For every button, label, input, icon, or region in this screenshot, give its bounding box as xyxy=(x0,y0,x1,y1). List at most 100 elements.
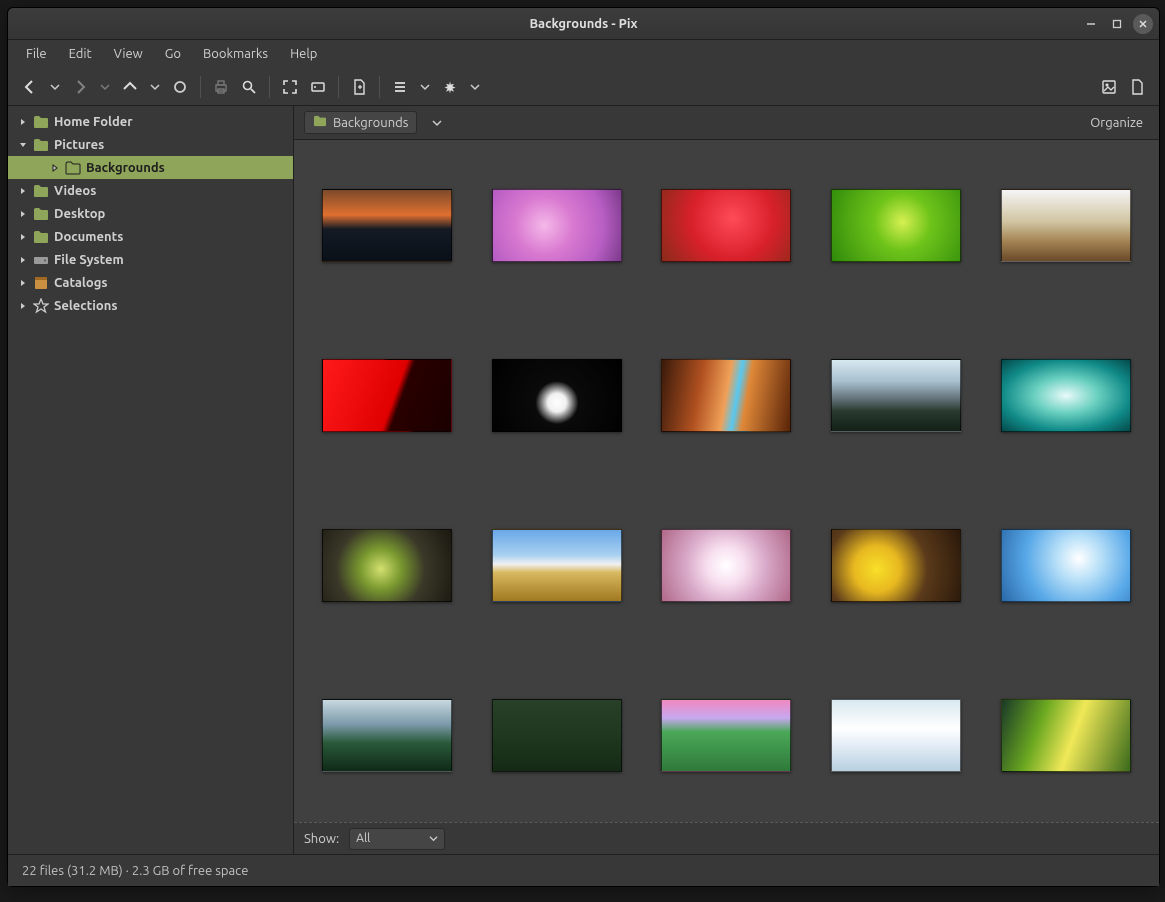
thumbnail-cell xyxy=(472,500,642,630)
view-mode-dropdown[interactable] xyxy=(414,73,436,101)
filter-bar: Show: All xyxy=(294,822,1159,854)
chevron-right-icon[interactable] xyxy=(16,253,30,267)
folder-icon xyxy=(64,160,82,176)
thumbnail[interactable] xyxy=(1001,359,1131,432)
thumbnail[interactable] xyxy=(831,359,961,432)
thumbnail[interactable] xyxy=(492,529,622,602)
thumbnail[interactable] xyxy=(661,189,791,262)
menu-edit[interactable]: Edit xyxy=(59,43,102,65)
menu-bookmarks[interactable]: Bookmarks xyxy=(193,43,278,65)
tree-row-documents[interactable]: Documents xyxy=(8,225,293,248)
thumbnail[interactable] xyxy=(661,359,791,432)
thumbnail-cell xyxy=(472,670,642,800)
thumbnail[interactable] xyxy=(831,529,961,602)
folder-icon xyxy=(313,115,327,130)
tree-row-selections[interactable]: Selections xyxy=(8,294,293,317)
menu-file[interactable]: File xyxy=(16,43,57,65)
thumbnail-cell xyxy=(811,670,981,800)
minimize-button[interactable] xyxy=(1081,14,1101,34)
tree-label: Pictures xyxy=(54,138,104,152)
filter-value: All xyxy=(356,832,370,845)
tree-row-catalogs[interactable]: Catalogs xyxy=(8,271,293,294)
thumbnail[interactable] xyxy=(1001,529,1131,602)
folder-desktop-icon xyxy=(32,206,50,222)
print-button[interactable] xyxy=(207,73,235,101)
tree-label: Desktop xyxy=(54,207,105,221)
tree-row-file-system[interactable]: File System xyxy=(8,248,293,271)
tools-dropdown[interactable] xyxy=(464,73,486,101)
thumbnail-cell xyxy=(472,160,642,290)
tree-row-desktop[interactable]: Desktop xyxy=(8,202,293,225)
sidebar[interactable]: Home Folder Pictures Backgrounds Videos Desk… xyxy=(8,106,294,854)
titlebar: Backgrounds - Pix xyxy=(8,8,1159,40)
new-file-button[interactable] xyxy=(345,73,373,101)
slideshow-button[interactable] xyxy=(304,73,332,101)
menu-help[interactable]: Help xyxy=(280,43,327,65)
folder-home-icon xyxy=(32,114,50,130)
thumbnail[interactable] xyxy=(492,699,622,772)
tree-label: Videos xyxy=(54,184,96,198)
thumbnail[interactable] xyxy=(831,189,961,262)
location-dropdown[interactable] xyxy=(425,111,449,135)
thumbnail[interactable] xyxy=(831,699,961,772)
stop-reload-button[interactable] xyxy=(166,73,194,101)
tree-label: File System xyxy=(54,253,124,267)
tree-row-backgrounds[interactable]: Backgrounds xyxy=(8,156,293,179)
properties-button[interactable] xyxy=(1095,73,1123,101)
menu-view[interactable]: View xyxy=(104,43,153,65)
menubar: FileEditViewGoBookmarksHelp xyxy=(8,40,1159,68)
chevron-right-icon[interactable] xyxy=(16,299,30,313)
chevron-right-icon[interactable] xyxy=(48,161,62,175)
filter-select[interactable]: All xyxy=(349,828,445,850)
thumbnail[interactable] xyxy=(661,529,791,602)
chevron-down-icon[interactable] xyxy=(16,138,30,152)
toolbar xyxy=(8,68,1159,106)
search-button[interactable] xyxy=(235,73,263,101)
chevron-right-icon[interactable] xyxy=(16,184,30,198)
thumbnail-grid-container[interactable] xyxy=(294,140,1159,822)
maximize-button[interactable] xyxy=(1107,14,1127,34)
chevron-right-icon[interactable] xyxy=(16,230,30,244)
tree-row-videos[interactable]: Videos xyxy=(8,179,293,202)
up-history-dropdown[interactable] xyxy=(144,73,166,101)
thumbnail[interactable] xyxy=(661,699,791,772)
toolbar-separator xyxy=(379,76,380,98)
thumbnail[interactable] xyxy=(1001,189,1131,262)
thumbnail[interactable] xyxy=(492,189,622,262)
thumbnail[interactable] xyxy=(1001,699,1131,772)
thumbnail[interactable] xyxy=(322,189,452,262)
back-history-dropdown[interactable] xyxy=(44,73,66,101)
location-chip[interactable]: Backgrounds xyxy=(304,111,417,134)
tree-label: Backgrounds xyxy=(86,161,165,175)
thumbnail-cell xyxy=(642,330,812,460)
chevron-right-icon[interactable] xyxy=(16,276,30,290)
thumbnail-cell xyxy=(642,670,812,800)
thumbnail[interactable] xyxy=(492,359,622,432)
up-button[interactable] xyxy=(116,73,144,101)
chevron-right-icon[interactable] xyxy=(16,115,30,129)
thumbnail-cell xyxy=(811,500,981,630)
tree-row-pictures[interactable]: Pictures xyxy=(8,133,293,156)
menu-go[interactable]: Go xyxy=(155,43,191,65)
forward-history-dropdown[interactable] xyxy=(94,73,116,101)
back-button[interactable] xyxy=(16,73,44,101)
close-button[interactable] xyxy=(1133,14,1153,34)
thumbnail[interactable] xyxy=(322,359,452,432)
thumbnail[interactable] xyxy=(322,699,452,772)
toolbar-separator xyxy=(200,76,201,98)
edit-image-button[interactable] xyxy=(1123,73,1151,101)
chevron-right-icon[interactable] xyxy=(16,207,30,221)
fullscreen-button[interactable] xyxy=(276,73,304,101)
filter-label: Show: xyxy=(304,832,339,846)
toolbar-separator xyxy=(338,76,339,98)
status-text: 22 files (31.2 MB) · 2.3 GB of free spac… xyxy=(22,864,248,878)
organize-button[interactable]: Organize xyxy=(1084,112,1149,134)
chevron-down-icon xyxy=(429,834,438,843)
drive-icon xyxy=(32,252,50,268)
tools-button[interactable] xyxy=(436,73,464,101)
view-mode-button[interactable] xyxy=(386,73,414,101)
tree-row-home-folder[interactable]: Home Folder xyxy=(8,110,293,133)
thumbnail-cell xyxy=(811,330,981,460)
forward-button[interactable] xyxy=(66,73,94,101)
thumbnail[interactable] xyxy=(322,529,452,602)
